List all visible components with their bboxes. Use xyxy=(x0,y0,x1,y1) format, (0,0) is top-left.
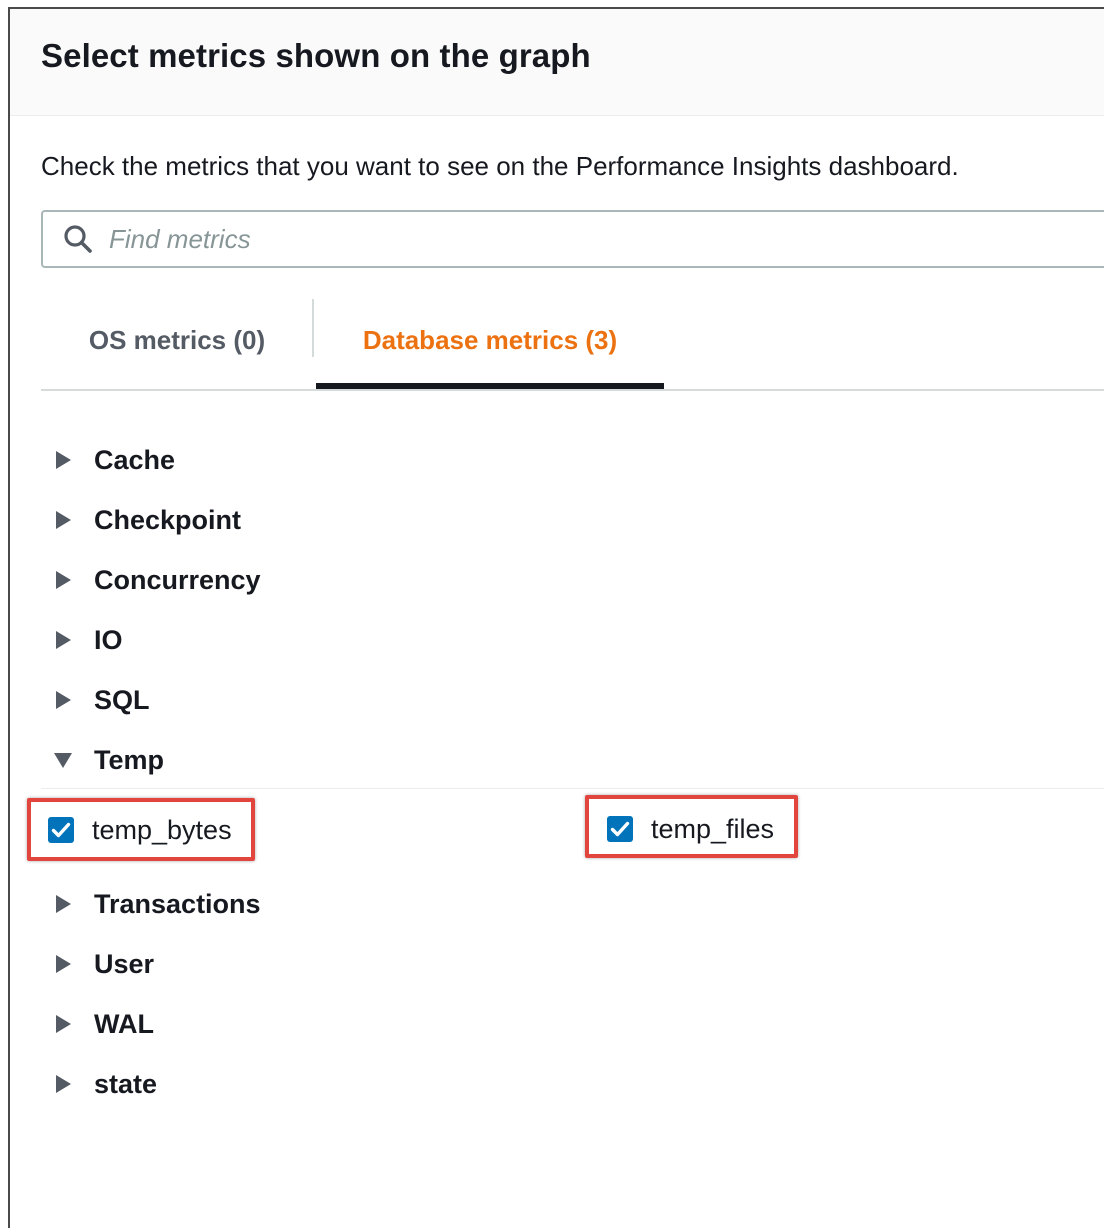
dialog-description: Check the metrics that you want to see o… xyxy=(41,151,959,181)
search-box[interactable] xyxy=(41,210,1104,268)
dialog-title: Select metrics shown on the graph xyxy=(41,37,591,74)
dialog-header: Select metrics shown on the graph xyxy=(10,9,1104,116)
category-label: Temp xyxy=(94,744,165,775)
checkbox-label: temp_files xyxy=(651,813,775,844)
checkbox-temp-files[interactable]: temp_files xyxy=(607,806,774,852)
active-tab-indicator xyxy=(316,383,664,389)
caret-right-icon xyxy=(56,511,71,529)
tab-database-metrics[interactable]: Database metrics (3) xyxy=(316,293,664,387)
checkbox-checked[interactable] xyxy=(607,816,633,842)
caret-right-icon xyxy=(56,451,71,469)
category-label: Cache xyxy=(94,444,176,475)
category-label: User xyxy=(94,948,155,979)
checkbox-temp-bytes[interactable]: temp_bytes xyxy=(48,807,232,853)
caret-right-icon xyxy=(56,571,71,589)
category-label: Transactions xyxy=(94,888,261,919)
caret-right-icon xyxy=(56,1015,71,1033)
caret-down-icon xyxy=(54,753,72,768)
checkmark-icon xyxy=(610,821,630,837)
checkmark-icon xyxy=(51,822,71,838)
category-label: WAL xyxy=(94,1008,154,1039)
category-label: Concurrency xyxy=(94,564,261,595)
checkbox-checked[interactable] xyxy=(48,817,74,843)
category-io[interactable]: IO xyxy=(50,620,123,660)
category-label: state xyxy=(94,1068,158,1099)
caret-right-icon xyxy=(56,631,71,649)
tab-divider xyxy=(312,299,314,357)
category-label: Checkpoint xyxy=(94,504,242,535)
search-input[interactable] xyxy=(109,218,1009,260)
category-label: IO xyxy=(94,624,123,655)
search-icon xyxy=(64,225,92,253)
category-sql[interactable]: SQL xyxy=(50,680,150,720)
tab-os-metrics[interactable]: OS metrics (0) xyxy=(41,293,313,387)
metric-tabs: OS metrics (0) Database metrics (3) xyxy=(41,293,1104,391)
checkbox-label: temp_bytes xyxy=(92,814,232,845)
temp-section-divider xyxy=(41,788,1104,789)
category-label: SQL xyxy=(94,684,150,715)
caret-right-icon xyxy=(56,955,71,973)
metrics-dialog: Select metrics shown on the graph Check … xyxy=(8,7,1104,1228)
caret-right-icon xyxy=(56,1075,71,1093)
caret-right-icon xyxy=(56,895,71,913)
category-user[interactable]: User xyxy=(50,944,154,984)
caret-right-icon xyxy=(56,691,71,709)
category-state[interactable]: state xyxy=(50,1064,157,1104)
category-wal[interactable]: WAL xyxy=(50,1004,154,1044)
category-transactions[interactable]: Transactions xyxy=(50,884,261,924)
category-cache[interactable]: Cache xyxy=(50,440,175,480)
category-temp[interactable]: Temp xyxy=(50,740,164,780)
category-checkpoint[interactable]: Checkpoint xyxy=(50,500,241,540)
category-concurrency[interactable]: Concurrency xyxy=(50,560,261,600)
